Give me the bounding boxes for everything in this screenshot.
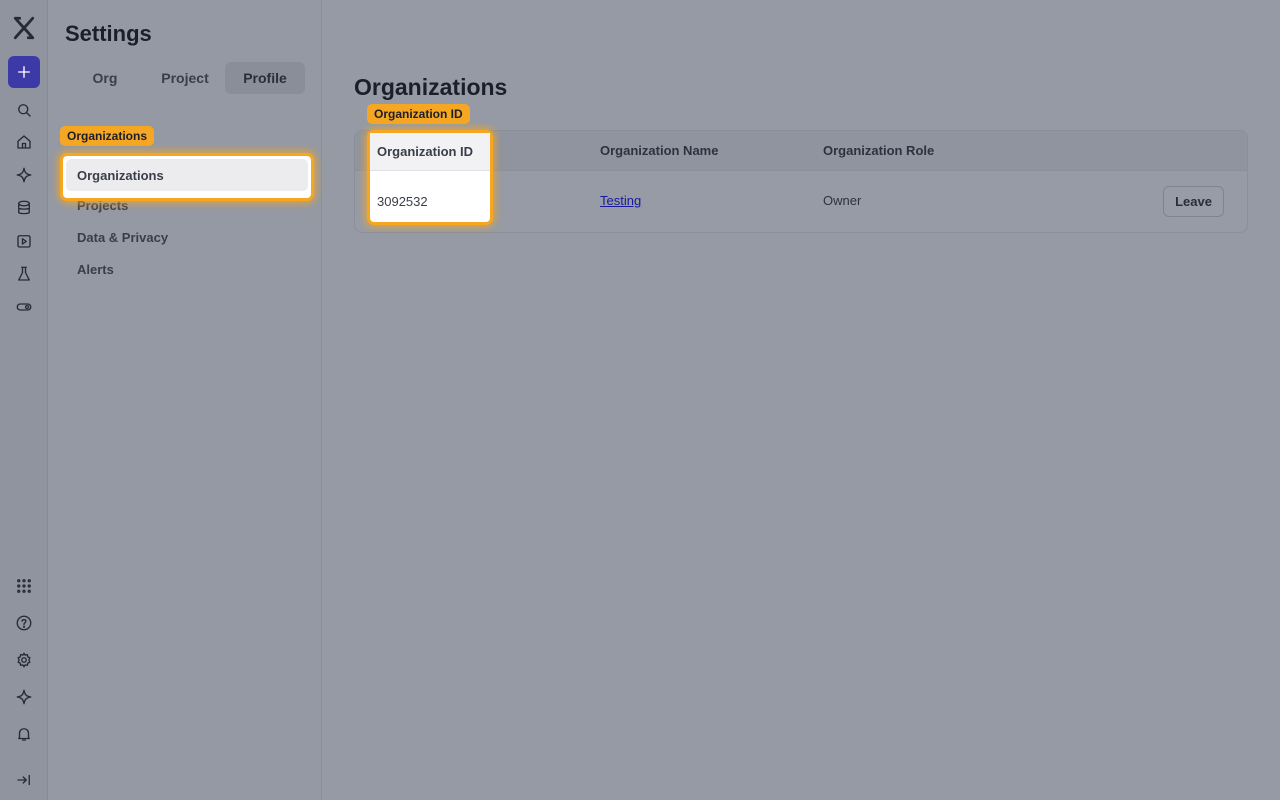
sparkle-icon[interactable] (12, 163, 36, 187)
search-icon[interactable] (12, 98, 36, 122)
gear-icon[interactable] (12, 648, 36, 672)
tab-org[interactable]: Org (65, 62, 145, 94)
org-role: Owner (823, 193, 862, 208)
sparkle-icon[interactable] (12, 685, 36, 709)
column-header-name: Organization Name (600, 143, 719, 158)
sidebar-item-organizations[interactable]: Organizations (66, 159, 308, 191)
play-icon[interactable] (12, 229, 36, 253)
grid-icon[interactable] (12, 574, 36, 598)
toggle-icon[interactable] (12, 295, 36, 319)
leave-button[interactable]: Leave (1163, 186, 1224, 217)
logo-x-icon[interactable] (10, 14, 38, 42)
icon-rail (0, 0, 48, 800)
column-header-id: Organization ID (370, 133, 490, 171)
sidebar-item-organizations-highlight[interactable]: Organizations (60, 153, 314, 201)
sidebar-item-data-privacy[interactable]: Data & Privacy (77, 230, 168, 245)
column-header-role: Organization Role (823, 143, 935, 158)
page-title: Organizations (354, 74, 508, 100)
organization-id-column-highlight: Organization ID 3092532 (367, 130, 493, 225)
home-icon[interactable] (12, 130, 36, 154)
settings-sidebar: Settings Org Project Profile Projects Da… (48, 0, 322, 800)
bell-icon[interactable] (12, 722, 36, 746)
help-icon[interactable] (12, 611, 36, 635)
collapse-icon[interactable] (12, 768, 36, 792)
plus-icon[interactable] (8, 56, 40, 88)
org-id-value: 3092532 (377, 194, 428, 209)
sidebar-item-alerts[interactable]: Alerts (77, 262, 114, 277)
settings-title: Settings (65, 21, 152, 46)
org-name-link[interactable]: Testing (600, 193, 641, 208)
organizations-tag: Organizations (60, 126, 155, 146)
settings-tabs: Org Project Profile (65, 62, 305, 94)
flask-icon[interactable] (12, 262, 36, 286)
organization-id-tag: Organization ID (367, 104, 470, 124)
tab-profile[interactable]: Profile (225, 62, 305, 94)
tab-project[interactable]: Project (145, 62, 225, 94)
database-icon[interactable] (12, 196, 36, 220)
